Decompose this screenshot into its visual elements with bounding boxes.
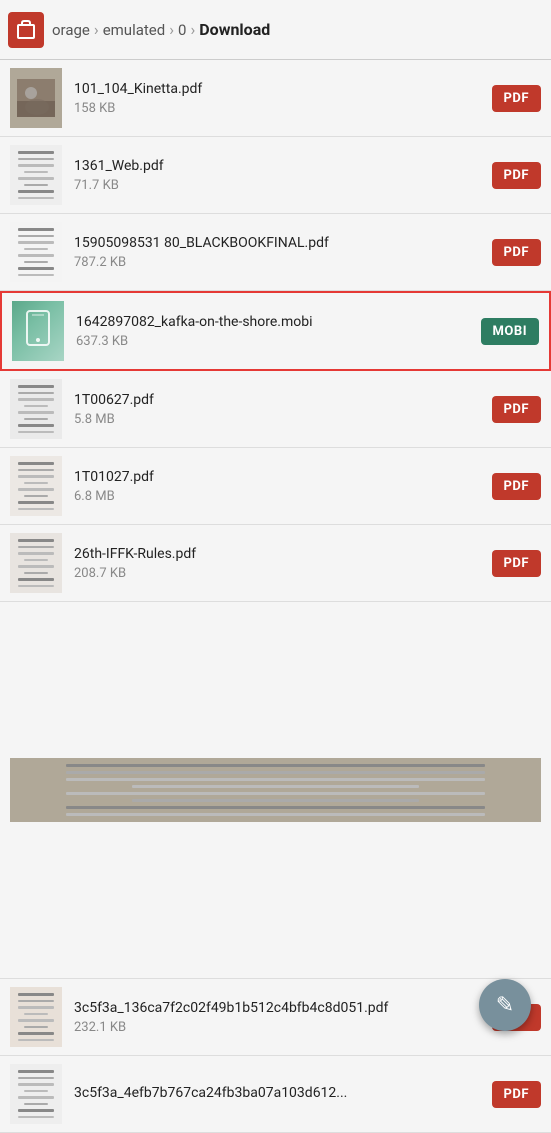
file-info: 1642897082_kafka-on-the-shore.mobi 637.3… — [76, 313, 471, 349]
file-thumbnail — [10, 758, 541, 822]
list-item[interactable]: 2_ Uploading_DIR.pdf 254.9 KB PDF — [0, 602, 551, 979]
file-info: 1T00627.pdf 5.8 MB — [74, 391, 482, 427]
file-name: 1T01027.pdf — [74, 468, 482, 486]
breadcrumb-current: Download — [199, 20, 270, 39]
breadcrumb-storage[interactable]: orage — [52, 21, 90, 39]
file-name: 1642897082_kafka-on-the-shore.mobi — [76, 313, 471, 331]
file-size: 6.8 MB — [74, 489, 482, 504]
file-thumbnail — [12, 301, 64, 361]
file-name: 3c5f3a_4efb7b767ca24fb3ba07a103d612... — [74, 1084, 482, 1102]
breadcrumb-emulated[interactable]: emulated — [103, 21, 166, 39]
file-list: 101_104_Kinetta.pdf 158 KB PDF 1361_Web.… — [0, 60, 551, 1133]
thumb-pdf-preview — [10, 1064, 62, 1124]
file-size: 5.8 MB — [74, 412, 482, 427]
file-info: 101_104_Kinetta.pdf 158 KB — [74, 80, 482, 116]
file-size: 208.7 KB — [74, 566, 482, 581]
thumb-pdf-preview — [10, 987, 62, 1047]
thumb-pdf-preview — [10, 222, 62, 282]
thumb-pdf-preview — [10, 379, 62, 439]
file-thumbnail — [10, 222, 62, 282]
file-size: 787.2 KB — [74, 255, 482, 270]
file-thumbnail — [10, 145, 62, 205]
list-item[interactable]: 101_104_Kinetta.pdf 158 KB PDF — [0, 60, 551, 137]
list-item[interactable]: 3c5f3a_4efb7b767ca24fb3ba07a103d612... P… — [0, 1056, 551, 1133]
header: orage › emulated › 0 › Download — [0, 0, 551, 60]
file-thumbnail — [10, 379, 62, 439]
file-info: 1T01027.pdf 6.8 MB — [74, 468, 482, 504]
breadcrumb-sep-1: › — [94, 20, 99, 39]
file-type-badge[interactable]: PDF — [492, 1081, 541, 1108]
thumb-photo — [10, 68, 62, 128]
app-icon — [8, 12, 44, 48]
thumb-pdf-preview — [10, 533, 62, 593]
file-thumbnail — [10, 68, 62, 128]
edit-icon: ✎ — [496, 993, 514, 1018]
thumb-pdf-preview — [10, 758, 541, 822]
breadcrumb-0[interactable]: 0 — [178, 21, 186, 39]
fab-edit-button[interactable]: ✎ — [479, 979, 531, 1031]
file-size: 637.3 KB — [76, 334, 471, 349]
file-size: 158 KB — [74, 101, 482, 116]
file-type-badge[interactable]: PDF — [492, 473, 541, 500]
file-type-badge[interactable]: PDF — [492, 550, 541, 577]
thumb-pdf-preview — [10, 456, 62, 516]
list-item[interactable]: 15905098531 80_BLACKBOOKFINAL.pdf 787.2 … — [0, 214, 551, 291]
list-item[interactable]: 1T01027.pdf 6.8 MB PDF — [0, 448, 551, 525]
breadcrumb-sep-2: › — [169, 20, 174, 39]
list-item[interactable]: 1T00627.pdf 5.8 MB PDF — [0, 371, 551, 448]
file-info: 3c5f3a_136ca7f2c02f49b1b512c4bfb4c8d051.… — [74, 999, 482, 1035]
file-name: 3c5f3a_136ca7f2c02f49b1b512c4bfb4c8d051.… — [74, 999, 482, 1017]
file-thumbnail — [10, 456, 62, 516]
list-item[interactable]: 26th-IFFK-Rules.pdf 208.7 KB PDF — [0, 525, 551, 602]
file-type-badge[interactable]: PDF — [492, 396, 541, 423]
file-type-badge[interactable]: PDF — [492, 239, 541, 266]
file-thumbnail — [10, 533, 62, 593]
list-item[interactable]: 3c5f3a_136ca7f2c02f49b1b512c4bfb4c8d051.… — [0, 979, 551, 1056]
file-name: 1361_Web.pdf — [74, 157, 482, 175]
file-name: 101_104_Kinetta.pdf — [74, 80, 482, 98]
thumb-mobi — [12, 301, 64, 361]
file-thumbnail — [10, 1064, 62, 1124]
file-info: 26th-IFFK-Rules.pdf 208.7 KB — [74, 545, 482, 581]
file-info: 3c5f3a_4efb7b767ca24fb3ba07a103d612... — [74, 1084, 482, 1105]
mobi-device-icon — [24, 310, 52, 353]
file-name: 26th-IFFK-Rules.pdf — [74, 545, 482, 563]
file-info: 1361_Web.pdf 71.7 KB — [74, 157, 482, 193]
breadcrumb: orage › emulated › 0 › Download — [52, 20, 543, 39]
breadcrumb-sep-3: › — [190, 20, 195, 39]
thumb-pdf-preview — [10, 145, 62, 205]
file-size: 232.1 KB — [74, 1020, 482, 1035]
file-info: 15905098531 80_BLACKBOOKFINAL.pdf 787.2 … — [74, 234, 482, 270]
list-item[interactable]: 1642897082_kafka-on-the-shore.mobi 637.3… — [0, 291, 551, 371]
file-name: 1T00627.pdf — [74, 391, 482, 409]
file-type-badge[interactable]: PDF — [492, 162, 541, 189]
file-thumbnail — [10, 987, 62, 1047]
file-type-badge[interactable]: PDF — [492, 85, 541, 112]
file-name: 15905098531 80_BLACKBOOKFINAL.pdf — [74, 234, 482, 252]
list-item[interactable]: 1361_Web.pdf 71.7 KB PDF — [0, 137, 551, 214]
file-type-badge[interactable]: MOBI — [481, 318, 539, 345]
file-size: 71.7 KB — [74, 178, 482, 193]
